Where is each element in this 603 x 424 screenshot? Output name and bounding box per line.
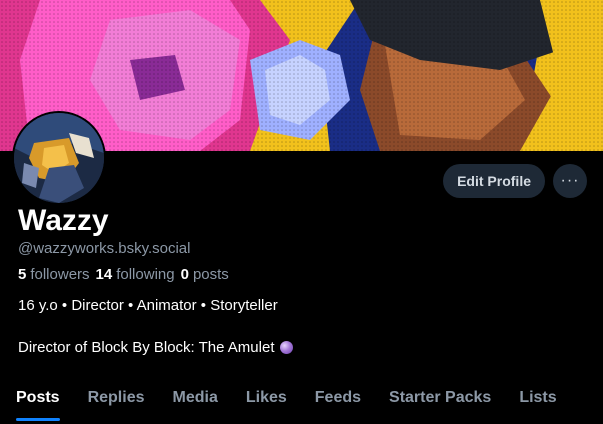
following-count: 14 [95,266,113,283]
avatar[interactable] [12,111,106,205]
tab-label: Lists [519,389,557,406]
bio-line-2-row: Director of Block By Block: The Amulet [18,339,293,356]
crystal-ball-icon [279,341,293,354]
tab-posts[interactable]: Posts [0,378,74,421]
posts-stat: 0 posts [181,266,229,283]
profile-actions: Edit Profile ··· [443,164,587,198]
tab-feeds[interactable]: Feeds [301,378,375,418]
tab-label: Likes [245,389,287,406]
edit-profile-button[interactable]: Edit Profile [443,164,545,198]
following-label: following [116,266,175,283]
more-options-button[interactable]: ··· [553,164,587,198]
tab-lists[interactable]: Lists [505,378,570,418]
display-name: Wazzy [18,204,109,237]
profile-handle: @wazzyworks.bsky.social [18,240,191,257]
tab-label: Starter Packs [389,389,492,406]
ellipsis-icon: ··· [560,172,580,189]
tab-label: Posts [16,389,60,406]
tab-replies[interactable]: Replies [74,378,159,418]
posts-label: posts [192,266,229,283]
active-tab-indicator [16,418,60,421]
following-stat[interactable]: 14 following [96,266,175,283]
tab-likes[interactable]: Likes [232,378,301,418]
tab-media[interactable]: Media [159,378,232,418]
tab-label: Replies [87,389,145,406]
profile-tabs: Posts Replies Media Likes Feeds Starter … [0,378,603,424]
followers-count: 5 [18,266,27,283]
followers-stat[interactable]: 5 followers [18,266,90,283]
profile-stats: 5 followers 14 following 0 posts [18,266,229,283]
bio-line-1: 16 y.o • Director • Animator • Storytell… [18,297,278,314]
bio-line-2: Director of Block By Block: The Amulet [18,339,275,356]
tab-label: Feeds [314,389,362,406]
followers-label: followers [30,266,90,283]
tab-label: Media [172,389,218,406]
posts-count: 0 [180,266,189,283]
tab-starter-packs[interactable]: Starter Packs [375,378,505,418]
avatar-image [14,113,104,203]
